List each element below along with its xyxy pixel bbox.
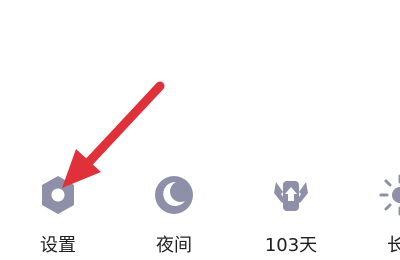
days-badge-button[interactable]: 103天: [251, 170, 331, 260]
settings-hexagon-icon: [33, 170, 83, 220]
moon-icon: [149, 170, 199, 220]
settings-button[interactable]: 设置: [18, 170, 98, 260]
sun-icon: [375, 170, 400, 220]
partial-toolbar-label: 长: [387, 235, 400, 256]
days-count-label: 103天: [264, 235, 318, 256]
settings-label: 设置: [40, 235, 76, 256]
night-mode-button[interactable]: 夜间: [134, 170, 214, 260]
bottom-toolbar: 设置 夜间 103天 长: [0, 0, 400, 260]
night-mode-label: 夜间: [156, 235, 192, 256]
winged-badge-icon: [266, 170, 316, 220]
partial-toolbar-button[interactable]: 长: [375, 170, 400, 260]
